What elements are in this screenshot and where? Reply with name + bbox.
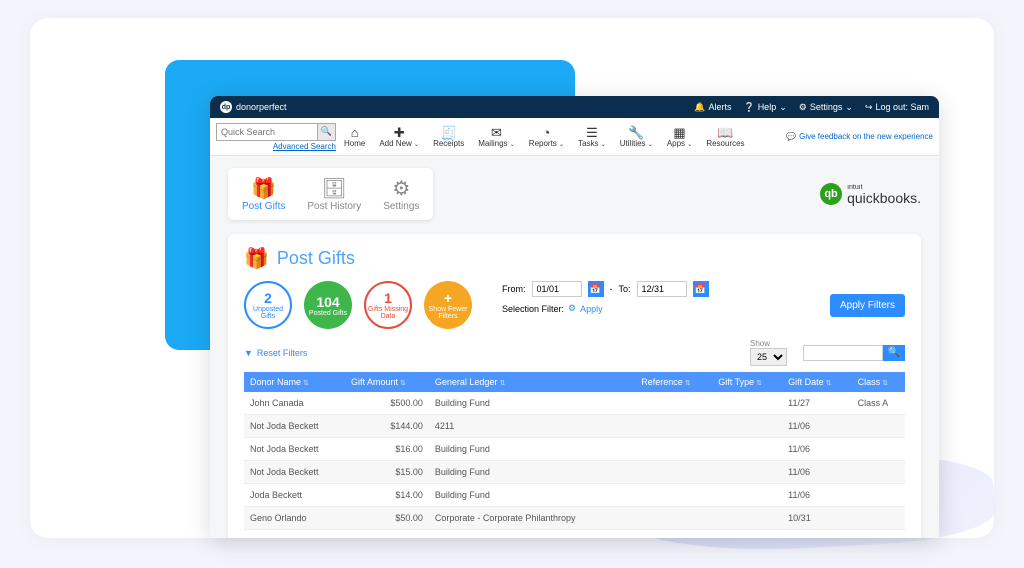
table-row[interactable]: Not Joda Beckett$144.00421111/06 bbox=[244, 415, 905, 438]
stat-show-fewer-filters[interactable]: +Show Fewer Filters bbox=[424, 281, 472, 329]
col-reference[interactable]: Reference⇅ bbox=[635, 372, 712, 392]
nav-mailings[interactable]: ✉Mailings ⌄ bbox=[478, 126, 515, 148]
nav-apps[interactable]: ▦Apps ⌄ bbox=[667, 126, 693, 148]
funnel-icon: ▼ bbox=[244, 348, 253, 358]
main-nav: 🔍 Advanced Search ⌂Home ✚Add New ⌄ 🧾Receip… bbox=[210, 118, 939, 156]
table-row[interactable]: John Canada$500.00Building Fund11/27Clas… bbox=[244, 392, 905, 415]
table-row[interactable]: Joda Beckett$14.00Building Fund11/06 bbox=[244, 484, 905, 507]
to-date-input[interactable] bbox=[637, 281, 687, 297]
chevron-down-icon: ⌄ bbox=[414, 142, 419, 148]
gift-icon: 🎁 bbox=[244, 246, 269, 271]
feedback-link[interactable]: 💬Give feedback on the new experience bbox=[786, 132, 933, 141]
calendar-icon[interactable]: 📅 bbox=[588, 281, 604, 297]
topbar: dp donorperfect 🔔Alerts ❔Help⌄ ⚙Settings… bbox=[210, 96, 939, 118]
chevron-down-icon: ⌄ bbox=[559, 142, 564, 148]
nav-tasks[interactable]: ☰Tasks ⌄ bbox=[578, 126, 606, 148]
search-button[interactable]: 🔍 bbox=[317, 124, 335, 140]
nav-icon: ✚ bbox=[394, 126, 405, 139]
nav-icon: 🧾 bbox=[441, 126, 457, 139]
table-row[interactable]: Not Joda Beckett$15.00Building Fund11/06 bbox=[244, 461, 905, 484]
bell-icon: 🔔 bbox=[694, 102, 705, 113]
settings-menu[interactable]: ⚙Settings⌄ bbox=[799, 102, 853, 113]
table-search-input[interactable] bbox=[803, 345, 883, 361]
nav-icon: ✉ bbox=[491, 126, 502, 139]
logout-icon: ↪ bbox=[865, 102, 873, 113]
col-blank[interactable] bbox=[620, 372, 635, 392]
tab-icon: 🎁 bbox=[251, 176, 276, 201]
stat-circles: 2Unposted Gifts104Posted Gifts1Gifts Mis… bbox=[244, 281, 472, 329]
nav-receipts[interactable]: 🧾Receipts bbox=[433, 126, 464, 148]
nav-reports[interactable]: ◔Reports ⌄ bbox=[529, 126, 564, 148]
nav-icon: 🔧 bbox=[628, 126, 644, 139]
tab-icon: 🗄 bbox=[322, 176, 347, 201]
nav-home[interactable]: ⌂Home bbox=[344, 126, 365, 148]
col-gift-date[interactable]: Gift Date⇅ bbox=[782, 372, 851, 392]
chevron-down-icon: ⌄ bbox=[601, 142, 606, 148]
nav-utilities[interactable]: 🔧Utilities ⌄ bbox=[620, 126, 653, 148]
calendar-icon[interactable]: 📅 bbox=[693, 281, 709, 297]
stat-gifts-missing-data[interactable]: 1Gifts Missing Data bbox=[364, 281, 412, 329]
chevron-down-icon: ⌄ bbox=[648, 142, 653, 148]
nav-resources[interactable]: 📖Resources bbox=[706, 126, 744, 148]
gifts-table: Donor Name⇅Gift Amount⇅General Ledger⇅ Re… bbox=[244, 372, 905, 530]
advanced-search-link[interactable]: Advanced Search bbox=[216, 142, 336, 151]
stat-unposted-gifts[interactable]: 2Unposted Gifts bbox=[244, 281, 292, 329]
tab-settings[interactable]: ⚙Settings bbox=[383, 176, 419, 212]
col-class[interactable]: Class⇅ bbox=[852, 372, 905, 392]
col-general-ledger[interactable]: General Ledger⇅ bbox=[429, 372, 620, 392]
help-menu[interactable]: ❔Help⌄ bbox=[743, 102, 786, 113]
tab-card: 🎁Post Gifts 🗄Post History ⚙Settings bbox=[228, 168, 433, 220]
search-icon: 🔍 bbox=[888, 347, 900, 358]
alerts-menu[interactable]: 🔔Alerts bbox=[694, 102, 731, 113]
tab-post-history[interactable]: 🗄Post History bbox=[307, 176, 361, 212]
chevron-down-icon: ⌄ bbox=[510, 142, 515, 148]
logo-icon: dp bbox=[220, 101, 232, 113]
feedback-icon: 💬 bbox=[786, 132, 796, 141]
table-row[interactable]: Not Joda Beckett$16.00Building Fund11/06 bbox=[244, 438, 905, 461]
from-date-input[interactable] bbox=[532, 281, 582, 297]
nav-add-new[interactable]: ✚Add New ⌄ bbox=[379, 126, 419, 148]
tab-post-gifts[interactable]: 🎁Post Gifts bbox=[242, 176, 285, 212]
sort-icon: ⇅ bbox=[685, 380, 691, 387]
product-name: donorperfect bbox=[236, 102, 287, 112]
search-icon: 🔍 bbox=[321, 126, 332, 136]
col-gift-amount[interactable]: Gift Amount⇅ bbox=[345, 372, 429, 392]
app-window: dp donorperfect 🔔Alerts ❔Help⌄ ⚙Settings… bbox=[210, 96, 939, 538]
apply-filters-button[interactable]: Apply Filters bbox=[830, 294, 905, 317]
sort-icon: ⇅ bbox=[499, 380, 505, 387]
search-input[interactable] bbox=[217, 125, 317, 139]
tab-icon: ⚙ bbox=[392, 176, 410, 201]
stat-posted-gifts[interactable]: 104Posted Gifts bbox=[304, 281, 352, 329]
page-size-select[interactable]: 25 bbox=[750, 348, 787, 366]
chevron-down-icon: ⌄ bbox=[779, 102, 787, 113]
col-donor-name[interactable]: Donor Name⇅ bbox=[244, 372, 345, 392]
main-card: 🎁 Post Gifts 2Unposted Gifts104Posted Gi… bbox=[228, 234, 921, 538]
nav-icon: 📖 bbox=[717, 126, 733, 139]
sort-icon: ⇅ bbox=[756, 380, 762, 387]
sort-icon: ⇅ bbox=[303, 380, 309, 387]
sort-icon: ⇅ bbox=[882, 380, 888, 387]
nav-icon: ⌂ bbox=[351, 126, 359, 139]
table-row[interactable]: Geno Orlando$50.00Corporate - Corporate … bbox=[244, 507, 905, 530]
qb-icon: qb bbox=[820, 183, 842, 205]
quickbooks-logo: qb ıntuıt quickbooks. bbox=[820, 183, 921, 205]
sort-icon: ⇅ bbox=[826, 380, 832, 387]
gear-icon: ⚙ bbox=[799, 102, 807, 113]
filter-gear-icon[interactable]: ⚙ bbox=[568, 303, 576, 314]
table-search-button[interactable]: 🔍 bbox=[883, 345, 905, 361]
nav-icon: ◔ bbox=[543, 126, 551, 139]
chevron-down-icon: ⌄ bbox=[687, 142, 692, 148]
nav-icon: ☰ bbox=[586, 126, 598, 139]
chevron-down-icon: ⌄ bbox=[845, 102, 853, 113]
logout-link[interactable]: ↪Log out: Sam bbox=[865, 102, 929, 113]
help-icon: ❔ bbox=[743, 102, 754, 113]
apply-filter-link[interactable]: Apply bbox=[580, 304, 603, 314]
col-gift-type[interactable]: Gift Type⇅ bbox=[712, 372, 782, 392]
page-title: 🎁 Post Gifts bbox=[244, 246, 905, 271]
content-area: 🎁Post Gifts 🗄Post History ⚙Settings qb ınt… bbox=[210, 156, 939, 538]
reset-filters-link[interactable]: ▼ Reset Filters bbox=[244, 348, 307, 358]
sort-icon: ⇅ bbox=[400, 380, 406, 387]
nav-icon: ▦ bbox=[673, 126, 685, 139]
